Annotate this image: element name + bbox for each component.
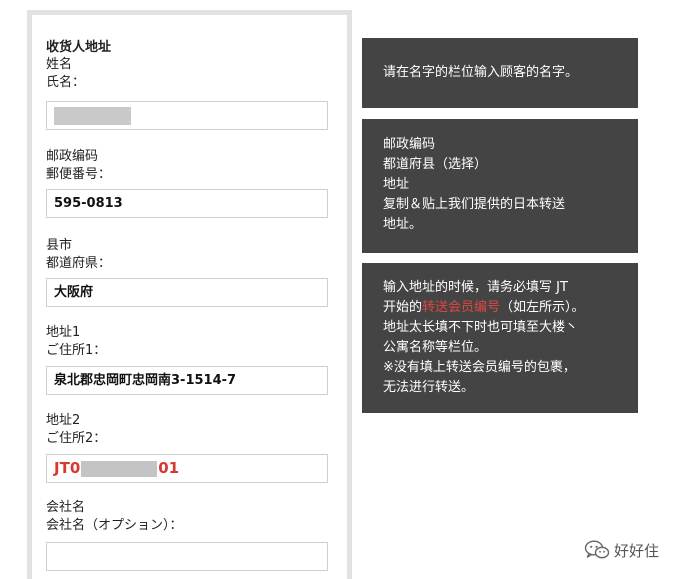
note-postal-line3: 地址 <box>383 177 410 192</box>
member-number-highlight: 转送会员编号 <box>422 300 501 315</box>
address1-value: 泉北郡忠岡町忠岡南3-1514-7 <box>54 373 237 388</box>
section-title: 收货人地址 <box>46 40 112 55</box>
note-address: 输入地址的时候，请务必填写 JT 开始的转送会员编号（如左所示）。 地址太长填不… <box>362 263 638 413</box>
address-form-panel: 收货人地址 姓名 氏名： 邮政编码 郵便番号： 595-0813 县市 都道府県… <box>27 10 352 579</box>
pref-label-group: 县市 都道府県： <box>46 237 331 273</box>
note-address-line4: 公寓名称等栏位。 <box>383 340 488 355</box>
company-label-cn: 会社名 <box>46 500 86 515</box>
addr2-label-jp: ご住所2： <box>46 431 107 446</box>
note-postal-line1: 邮政编码 <box>383 137 436 152</box>
note-address-line2-pre: 开始的 <box>383 300 423 315</box>
prefecture-value: 大阪府 <box>54 285 94 300</box>
note-name-text: 请在名字的栏位输入顾客的名字。 <box>383 65 579 80</box>
member-id-suffix: 01 <box>158 459 180 477</box>
note-postal-line5: 地址。 <box>383 217 423 232</box>
address2-input[interactable]: JT0 01 <box>46 454 328 483</box>
redacted-member-id-block <box>81 460 158 477</box>
company-input[interactable] <box>46 542 328 571</box>
postal-code-input[interactable]: 595-0813 <box>46 189 328 218</box>
note-address-line6: 无法进行转送。 <box>383 380 475 395</box>
address1-input[interactable]: 泉北郡忠岡町忠岡南3-1514-7 <box>46 366 328 395</box>
note-postal: 邮政编码 都道府县（选择） 地址 复制＆贴上我们提供的日本转送 地址。 <box>362 119 638 253</box>
addr1-label-jp: ご住所1： <box>46 343 107 358</box>
addr2-label-group: 地址2 ご住所2： <box>46 412 331 448</box>
note-address-line5: ※没有填上转送会员编号的包裹， <box>383 360 576 375</box>
postal-code-value: 595-0813 <box>54 196 123 211</box>
watermark-text: 好好住 <box>614 541 660 560</box>
screenshot-canvas: 收货人地址 姓名 氏名： 邮政编码 郵便番号： 595-0813 县市 都道府県… <box>0 0 684 579</box>
note-name: 请在名字的栏位输入顾客的名字。 <box>362 38 638 108</box>
prefecture-input[interactable]: 大阪府 <box>46 278 328 307</box>
member-id-prefix: JT0 <box>54 459 81 477</box>
note-postal-line4: 复制＆贴上我们提供的日本转送 <box>383 197 566 212</box>
name-label-cn: 姓名 <box>46 57 73 72</box>
pref-label-cn: 县市 <box>46 238 73 253</box>
addr1-label-group: 地址1 ご住所1： <box>46 324 331 360</box>
note-address-line1: 输入地址的时候，请务必填写 JT <box>383 280 568 295</box>
addr2-label-cn: 地址2 <box>46 413 81 428</box>
name-label-jp: 氏名： <box>46 75 86 90</box>
name-label-group: 收货人地址 姓名 氏名： <box>46 39 331 92</box>
postal-label-group: 邮政编码 郵便番号： <box>46 148 331 184</box>
note-address-line3: 地址太长填不下时也可填至大楼丶 <box>383 320 579 335</box>
postal-label-cn: 邮政编码 <box>46 149 99 164</box>
note-address-line2-post: （如左所示）。 <box>500 300 585 315</box>
pref-label-jp: 都道府県： <box>46 256 112 271</box>
note-postal-line2: 都道府县（选择） <box>383 157 488 172</box>
redacted-name-block <box>54 107 131 125</box>
watermark: 好好住 <box>584 539 659 561</box>
postal-label-jp: 郵便番号： <box>46 167 112 182</box>
addr1-label-cn: 地址1 <box>46 325 81 340</box>
note-address-line2: 开始的转送会员编号（如左所示）。 <box>383 298 624 318</box>
company-label-jp: 会社名（オプション）： <box>46 518 183 533</box>
wechat-icon <box>584 540 610 559</box>
name-input[interactable] <box>46 101 328 130</box>
company-label-group: 会社名 会社名（オプション）： <box>46 499 331 535</box>
